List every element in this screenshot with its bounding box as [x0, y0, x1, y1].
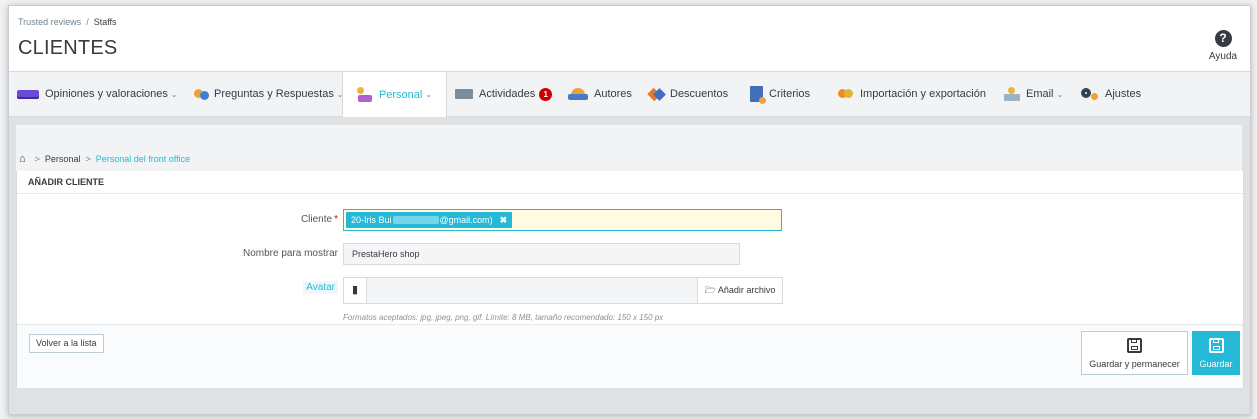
redacted-email — [392, 216, 439, 224]
sync-icon — [838, 88, 854, 100]
keyboard-icon — [17, 89, 39, 99]
tab-opiniones[interactable]: Opiniones y valoraciones ⌄ — [17, 72, 178, 116]
selected-customer-chip: 20-Iris Bui @gmail.com) ✖ — [346, 212, 513, 228]
tab-label: Preguntas y Respuestas — [214, 88, 334, 100]
chevron-down-icon: ⌄ — [425, 90, 433, 99]
file-icon: ▮ — [344, 278, 367, 303]
save-and-stay-button[interactable]: Guardar y permanecer — [1081, 331, 1188, 375]
avatar-label: Avatar — [303, 281, 338, 294]
tab-personal[interactable]: Personal ⌄ — [342, 72, 447, 117]
page-title: CLIENTES — [18, 37, 118, 59]
tab-label: Opiniones y valoraciones — [45, 88, 168, 100]
qa-icon — [194, 88, 209, 100]
tab-email[interactable]: Email ⌄ — [1004, 72, 1063, 116]
customer-row: Cliente * 20-Iris Bui @gmail.com) ✖ — [17, 209, 1243, 233]
app-window: Trusted reviews / Staffs CLIENTES ? Ayuda … — [8, 5, 1251, 415]
breadcrumb-item-trusted-reviews[interactable]: Trusted reviews — [18, 17, 81, 27]
gears-icon — [1081, 88, 1099, 100]
folder-icon: 🗁 — [704, 285, 718, 295]
sub-breadcrumb-personal[interactable]: Personal — [45, 154, 81, 164]
tab-criterios[interactable]: Criterios — [750, 72, 810, 116]
avatar-hint: Formatos aceptados: jpg, jpeg, png, gif.… — [343, 313, 664, 322]
tab-label: Ajustes — [1105, 88, 1142, 100]
customer-search-input[interactable]: 20-Iris Bui @gmail.com) ✖ — [343, 209, 782, 231]
document-icon — [750, 86, 766, 104]
module-tabs: Opiniones y valoraciones ⌄ Preguntas y R… — [9, 72, 1250, 117]
notification-badge: 1 — [539, 87, 553, 101]
tab-preguntas[interactable]: Preguntas y Respuestas ⌄ — [194, 72, 344, 116]
tab-actividades[interactable]: Actividades 1 — [455, 72, 553, 116]
tab-label: Criterios — [769, 88, 810, 100]
display-name-row: Nombre para mostrar PrestaHero shop — [17, 243, 1243, 267]
mail-icon — [1004, 87, 1020, 101]
save-and-stay-label: Guardar y permanecer — [1089, 359, 1180, 369]
breadcrumb: Trusted reviews / Staffs — [18, 17, 117, 27]
floppy-disk-icon — [1208, 338, 1224, 353]
chevron-down-icon: ⌄ — [1056, 89, 1064, 99]
tab-label: Personal — [378, 88, 423, 101]
save-button[interactable]: Guardar — [1192, 331, 1240, 375]
content-breadcrumb-bar: ⌂ > Personal > Personal del front office — [16, 124, 1242, 171]
chevron-down-icon: ⌄ — [170, 89, 178, 99]
avatar-row: Avatar ▮ 🗁 Añadir archivo — [17, 277, 1243, 304]
customer-label: Cliente * — [300, 214, 338, 225]
add-file-button[interactable]: 🗁 Añadir archivo — [697, 278, 782, 303]
breadcrumb-item-staffs: Staffs — [93, 17, 117, 27]
display-name-field[interactable]: PrestaHero shop — [343, 243, 740, 265]
tab-importacion[interactable]: Importación y exportación — [838, 72, 986, 116]
tab-autores[interactable]: Autores — [568, 72, 632, 116]
help-button[interactable]: ? Ayuda — [1203, 30, 1243, 62]
tag-icon — [649, 88, 664, 101]
add-customer-panel: AÑADIR CLIENTE Cliente * 20-Iris Bui @gma… — [16, 171, 1244, 388]
required-marker: * — [334, 214, 338, 225]
back-to-list-button[interactable]: Volver a la lista — [29, 334, 104, 353]
group-icon — [568, 88, 588, 100]
breadcrumb-separator: / — [86, 17, 89, 27]
tab-label: Email — [1026, 88, 1054, 100]
tab-label: Descuentos — [670, 88, 729, 100]
display-name-label: Nombre para mostrar — [242, 248, 338, 259]
question-icon: ? — [1214, 30, 1232, 47]
chip-label-prefix: 20-Iris Bui — [351, 215, 392, 225]
breadcrumb-separator: > — [85, 154, 91, 164]
tab-label: Actividades — [479, 88, 536, 100]
screen-icon — [455, 89, 473, 99]
breadcrumb-separator: > — [34, 154, 40, 164]
chip-label-suffix: @gmail.com) — [439, 215, 493, 225]
page-header: Trusted reviews / Staffs CLIENTES ? Ayuda — [9, 6, 1250, 72]
help-label: Ayuda — [1208, 51, 1238, 62]
sub-breadcrumb-front-office[interactable]: Personal del front office — [96, 154, 190, 164]
remove-chip-icon[interactable]: ✖ — [500, 212, 508, 228]
tab-ajustes[interactable]: Ajustes — [1081, 72, 1141, 116]
save-label: Guardar — [1199, 359, 1233, 369]
tab-label: Importación y exportación — [860, 88, 986, 100]
avatar-file-input[interactable]: ▮ 🗁 Añadir archivo — [343, 277, 783, 304]
tab-descuentos[interactable]: Descuentos — [649, 72, 728, 116]
tab-label: Autores — [594, 88, 632, 100]
panel-heading: AÑADIR CLIENTE — [17, 171, 1243, 194]
floppy-disk-icon — [1127, 338, 1142, 353]
sub-breadcrumb: ⌂ > Personal > Personal del front office — [19, 153, 190, 165]
home-icon[interactable]: ⌂ — [19, 153, 26, 165]
panel-footer: Volver a la lista Guardar y permanecer G… — [17, 324, 1243, 388]
person-icon — [356, 86, 373, 103]
